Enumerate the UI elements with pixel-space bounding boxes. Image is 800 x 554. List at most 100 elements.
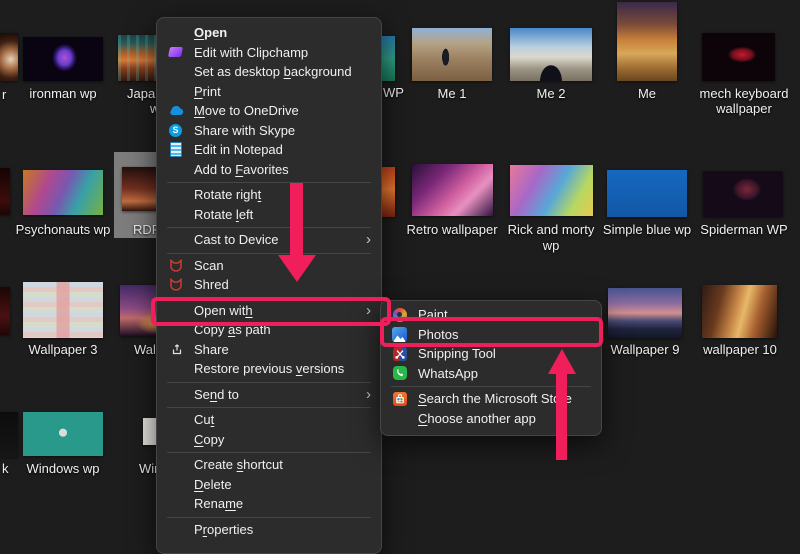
menu-item-restore-previous-versions[interactable]: Restore previous versions <box>157 359 381 379</box>
desktop-icon-label: Wallpaper 9 <box>611 342 680 357</box>
menu-separator <box>157 179 381 185</box>
desktop-icon-thumbnail[interactable] <box>0 412 18 457</box>
desktop-icon-label: ironman wp <box>29 86 96 101</box>
desktop-icon-thumbnail[interactable] <box>703 171 783 217</box>
menu-item-properties[interactable]: Properties <box>157 520 381 540</box>
menu-item-label: Rotate left <box>194 207 253 222</box>
menu-separator <box>157 404 381 410</box>
menu-item-send-to[interactable]: Send to › <box>157 385 381 405</box>
desktop-icon-thumbnail[interactable] <box>608 288 682 338</box>
menu-item-cut[interactable]: Cut <box>157 410 381 430</box>
menu-item-add-to-favorites[interactable]: Add to Favorites <box>157 160 381 180</box>
menu-item-label: Search the Microsoft Store <box>418 391 572 406</box>
desktop-icon-label: Windows wp <box>27 461 100 476</box>
desktop-icon-thumbnail[interactable] <box>23 37 103 81</box>
menu-item-label: Restore previous versions <box>194 361 344 376</box>
menu-item-scan[interactable]: Scan <box>157 256 381 276</box>
menu-item-copy[interactable]: Copy <box>157 430 381 450</box>
menu-item-rename[interactable]: Rename <box>157 494 381 514</box>
desktop-icon-label: Psychonauts wp <box>16 222 111 237</box>
desktop-icon-label: Simple blue wp <box>603 222 691 237</box>
share-icon <box>167 342 184 357</box>
desktop-icon-thumbnail[interactable] <box>23 170 103 215</box>
desktop-icon-label: wp <box>543 238 560 253</box>
menu-separator <box>157 250 381 256</box>
icon-spacer <box>167 25 184 40</box>
desktop-icon-label: Rick and morty <box>508 222 595 237</box>
desktop: { "colors":{ "annotation_pink":"#F01E5A"… <box>0 0 800 543</box>
menu-item-edit-with-clipchamp[interactable]: Edit with Clipchamp <box>157 43 381 63</box>
desktop-icon-thumbnail[interactable] <box>510 28 592 81</box>
menu-separator <box>157 224 381 230</box>
desktop-icon-thumbnail[interactable] <box>510 165 593 216</box>
menu-separator <box>157 514 381 520</box>
desktop-icon-thumbnail[interactable] <box>0 33 18 81</box>
menu-item-label: Rename <box>194 496 243 511</box>
desktop-icon-thumbnail[interactable] <box>617 2 677 81</box>
menu-item-label: Move to OneDrive <box>194 103 299 118</box>
menu-item-open[interactable]: Open <box>157 23 381 43</box>
desktop-icon-label: Spiderman WP <box>700 222 787 237</box>
desktop-icon-label: mech keyboard <box>700 86 789 101</box>
menu-item-label: Edit with Clipchamp <box>194 45 308 60</box>
menu-item-label: Rotate right <box>194 187 261 202</box>
desktop-icon-thumbnail[interactable] <box>412 28 492 81</box>
menu-item-rotate-right[interactable]: Rotate right <box>157 185 381 205</box>
icon-spacer <box>167 457 184 472</box>
icon-spacer <box>167 387 184 402</box>
menu-item-share-with-skype[interactable]: S Share with Skype <box>157 121 381 141</box>
menu-item-label: Cast to Device <box>194 232 279 247</box>
desktop-icon-thumbnail[interactable] <box>607 170 687 217</box>
desktop-icon-thumbnail[interactable] <box>23 412 103 456</box>
menu-item-label: Open <box>194 25 227 40</box>
menu-item-label: Scan <box>194 258 224 273</box>
menu-item-label: Shred <box>194 277 229 292</box>
desktop-icon-thumbnail[interactable] <box>0 168 10 215</box>
annotation-rect-open-with <box>151 297 391 326</box>
icon-spacer <box>167 522 184 537</box>
desktop-icon-label: Me 2 <box>537 86 566 101</box>
chevron-right-icon: › <box>366 387 371 402</box>
menu-item-print[interactable]: Print <box>157 82 381 102</box>
menu-item-label: Share <box>194 342 229 357</box>
desktop-icon-thumbnail[interactable] <box>381 36 395 81</box>
context-menu: Open Edit with Clipchamp Set as desktop … <box>156 17 382 554</box>
desktop-icon-label: wallpaper <box>716 101 772 116</box>
menu-item-delete[interactable]: Delete <box>157 475 381 495</box>
microsoft-store-icon <box>391 391 408 406</box>
menu-item-set-as-desktop-background[interactable]: Set as desktop background <box>157 62 381 82</box>
menu-item-label: Properties <box>194 522 253 537</box>
icon-spacer <box>167 232 184 247</box>
menu-item-shred[interactable]: Shred <box>157 275 381 295</box>
menu-item-create-shortcut[interactable]: Create shortcut <box>157 455 381 475</box>
chevron-right-icon: › <box>366 232 371 247</box>
menu-item-label: WhatsApp <box>418 366 478 381</box>
menu-item-cast-to-device[interactable]: Cast to Device › <box>157 230 381 250</box>
icon-spacer <box>167 187 184 202</box>
menu-item-edit-in-notepad[interactable]: Edit in Notepad <box>157 140 381 160</box>
desktop-icon-thumbnail[interactable] <box>0 287 10 335</box>
desktop-icon-label: Retro wallpaper <box>406 222 497 237</box>
menu-item-label: Create shortcut <box>194 457 283 472</box>
icon-spacer <box>167 64 184 79</box>
menu-item-label: Add to Favorites <box>194 162 289 177</box>
whatsapp-icon <box>391 366 408 381</box>
icon-spacer <box>167 412 184 427</box>
menu-item-move-to-onedrive[interactable]: Move to OneDrive <box>157 101 381 121</box>
menu-item-label: Choose another app <box>418 411 536 426</box>
desktop-icon-thumbnail[interactable] <box>412 164 493 216</box>
desktop-icon-thumbnail[interactable] <box>381 167 395 217</box>
icon-spacer <box>167 207 184 222</box>
menu-item-rotate-left[interactable]: Rotate left <box>157 205 381 225</box>
annotation-arrow-down-head <box>278 255 316 282</box>
menu-item-share[interactable]: Share <box>157 340 381 360</box>
desktop-icon-thumbnail[interactable] <box>23 282 103 338</box>
submenu-item-search-microsoft-store[interactable]: Search the Microsoft Store <box>381 389 601 409</box>
submenu-item-choose-another-app[interactable]: Choose another app <box>381 409 601 429</box>
desktop-icon-thumbnail[interactable] <box>702 33 775 81</box>
icon-spacer <box>167 162 184 177</box>
desktop-icon-label: k <box>2 461 9 476</box>
desktop-icon-label: wallpaper 10 <box>703 342 777 357</box>
desktop-icon-thumbnail[interactable] <box>702 285 777 338</box>
skype-icon: S <box>167 123 184 138</box>
